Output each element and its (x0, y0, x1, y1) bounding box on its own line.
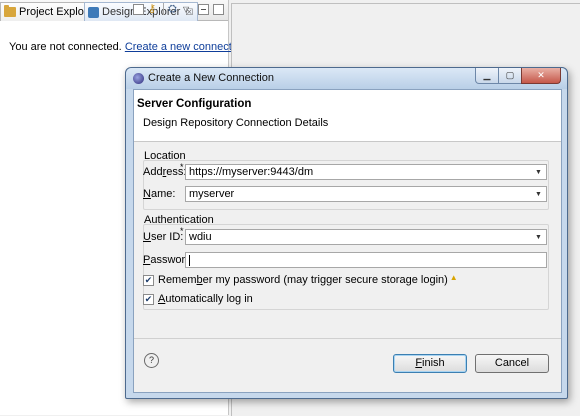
folder-icon (4, 5, 16, 17)
dialog-titlebar[interactable]: Create a New Connection ▁ ▢ ✕ (126, 68, 567, 89)
user-id-label: User ID: (143, 231, 184, 243)
user-id-combo[interactable]: wdiu ▼ (185, 229, 547, 245)
password-field[interactable] (185, 252, 547, 268)
connection-icon[interactable]: ⛭ (168, 3, 179, 15)
minimize-window-button[interactable]: ▁ (475, 68, 499, 84)
maximize-icon[interactable] (213, 3, 224, 15)
remember-password-checkbox[interactable]: ✔ (143, 274, 154, 286)
view-menu-icon[interactable]: ▽ (183, 4, 194, 15)
create-connection-dialog: Create a New Connection ▁ ▢ ✕ Server Con… (125, 67, 568, 399)
eclipse-icon (133, 73, 144, 84)
user-id-value: wdiu (189, 231, 212, 243)
minimize-icon[interactable] (198, 3, 209, 15)
key-icon[interactable]: ⚷ (148, 3, 159, 15)
address-value: https://myserver:9443/dm (189, 166, 314, 178)
design-icon (88, 6, 99, 18)
required-marker: * (180, 162, 184, 172)
name-value: myserver (189, 188, 235, 200)
remember-password-row[interactable]: ✔ Remember my password (may trigger secu… (143, 272, 458, 286)
name-label: Name: (143, 188, 176, 200)
auto-login-checkbox[interactable]: ✔ (143, 293, 154, 305)
dropdown-arrow-icon[interactable]: ▼ (531, 230, 546, 244)
view-toolbar: ⚷ ⛭ ▽ (133, 3, 224, 15)
collapse-all-icon[interactable] (133, 3, 144, 15)
not-connected-message: You are not connected. Create a new conn… (9, 41, 250, 53)
warning-icon: ▲ (449, 272, 458, 282)
window-controls: ▁ ▢ ✕ (475, 68, 561, 84)
status-text: You are not connected. (9, 41, 122, 53)
address-combo[interactable]: https://myserver:9443/dm ▼ (185, 164, 547, 180)
banner-description: Design Repository Connection Details (143, 117, 329, 129)
toolbar-separator (163, 3, 164, 15)
dialog-banner: Server Configuration Design Repository C… (134, 90, 561, 142)
auto-login-row[interactable]: ✔ Automatically log in (143, 293, 253, 305)
remember-password-label: Remember my password (may trigger secure… (158, 274, 448, 286)
dropdown-arrow-icon[interactable]: ▼ (531, 187, 546, 201)
maximize-window-button[interactable]: ▢ (498, 68, 522, 84)
banner-title: Server Configuration (137, 98, 252, 110)
help-icon[interactable]: ? (144, 353, 159, 368)
text-caret (189, 254, 190, 266)
dialog-body: Server Configuration Design Repository C… (133, 89, 562, 393)
view-tab-bar: Project Explorer Design Explorer ☒ ⚷ ⛭ ▽ (0, 0, 228, 21)
finish-button[interactable]: Finish (393, 354, 467, 373)
dropdown-arrow-icon[interactable]: ▼ (531, 165, 546, 179)
dialog-button-bar: ? Finish Cancel (134, 338, 561, 392)
dialog-title: Create a New Connection (148, 72, 274, 84)
close-window-button[interactable]: ✕ (521, 68, 561, 84)
name-combo[interactable]: myserver ▼ (185, 186, 547, 202)
cancel-button[interactable]: Cancel (475, 354, 549, 373)
required-marker: * (180, 226, 184, 236)
auto-login-label: Automatically log in (158, 293, 253, 305)
